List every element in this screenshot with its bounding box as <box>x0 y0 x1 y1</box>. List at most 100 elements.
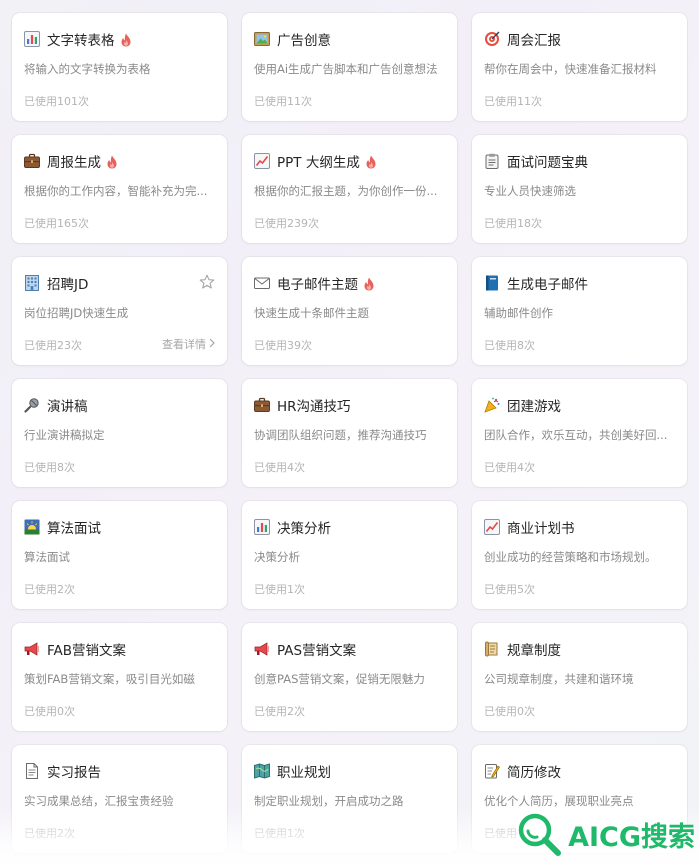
picture-icon <box>254 31 270 47</box>
card-description: 辅助邮件创作 <box>484 306 553 320</box>
card-description: 制定职业规划，开启成功之路 <box>254 794 404 808</box>
envelope-icon <box>254 275 270 291</box>
card-title-row: 文字转表格 <box>24 29 215 49</box>
trend-chart-icon <box>484 519 500 535</box>
card-title: 招聘JD <box>47 277 89 293</box>
card-title: 演讲稿 <box>47 399 88 415</box>
book-icon <box>484 275 500 291</box>
tool-card[interactable]: 生成电子邮件辅助邮件创作 已使用8次 <box>472 257 687 365</box>
card-title-row: 广告创意 <box>254 29 445 49</box>
hot-fire-icon <box>365 154 377 169</box>
tool-card[interactable]: 商业计划书创业成功的经营策略和市场规划。 已使用5次 <box>472 501 687 609</box>
tool-card[interactable]: 实习报告实习成果总结，汇报宝贵经验 已使用2次 <box>12 745 227 853</box>
card-usage-count: 已使用4次 <box>254 461 305 474</box>
card-usage-count: 已使用39次 <box>254 339 312 352</box>
tool-card[interactable]: PPT 大纲生成根据你的汇报主题，为你创作一份... 已使用239次 <box>242 135 457 243</box>
card-description: 创业成功的经营策略和市场规划。 <box>484 550 657 564</box>
tool-card[interactable]: 面试问题宝典 专业人员快速筛选 已使用18次 <box>472 135 687 243</box>
sunrise-icon <box>24 519 40 535</box>
card-usage-count: 已使用5次 <box>484 583 535 596</box>
document-icon <box>24 763 40 779</box>
watermark-text: AICG搜索 <box>568 821 695 853</box>
favorite-star-icon[interactable] <box>199 274 215 290</box>
tool-card[interactable]: 演讲稿行业演讲稿拟定 已使用8次 <box>12 379 227 487</box>
tool-card[interactable]: FAB营销文案 策划FAB营销文案，吸引目光如磁 已使用0次 <box>12 623 227 731</box>
card-title: 规章制度 <box>507 643 561 659</box>
card-description: 优化个人简历，展现职业亮点 <box>484 794 634 808</box>
briefcase-icon <box>24 153 40 169</box>
card-title-row: 实习报告 <box>24 761 215 781</box>
tool-card[interactable]: 周会汇报 帮你在周会中，快速准备汇报材料 已使用11次 <box>472 13 687 121</box>
card-title-row: PPT 大纲生成 <box>254 151 445 171</box>
view-details-label: 查看详情 <box>162 338 206 351</box>
tool-card[interactable]: 电子邮件主题 快速生成十条邮件主题 已使用39次 <box>242 257 457 365</box>
card-usage-count: 已使用11次 <box>254 95 312 108</box>
card-title-row: 生成电子邮件 <box>484 273 675 293</box>
card-description: 实习成果总结，汇报宝贵经验 <box>24 794 174 808</box>
clipboard-icon <box>484 153 500 169</box>
tool-card[interactable]: 职业规划制定职业规划，开启成功之路 已使用1次 <box>242 745 457 853</box>
megaphone-icon <box>24 641 40 657</box>
card-title-row: 算法面试 <box>24 517 215 537</box>
tool-card[interactable]: HR沟通技巧协调团队组织问题，推荐沟通技巧 已使用4次 <box>242 379 457 487</box>
target-icon <box>484 31 500 47</box>
map-icon <box>254 763 270 779</box>
tool-card[interactable]: 招聘JD 岗位招聘JD快速生成 已使用23次 查看详情 <box>12 257 227 365</box>
card-usage-count: 已使用101次 <box>24 95 89 108</box>
card-description: 使用Ai生成广告脚本和广告创意想法 <box>254 62 438 76</box>
card-description: 行业演讲稿拟定 <box>24 428 105 442</box>
card-title-row: HR沟通技巧 <box>254 395 445 415</box>
tool-card[interactable]: 算法面试 算法面试 已使用2次 <box>12 501 227 609</box>
card-title-row: FAB营销文案 <box>24 639 215 659</box>
card-description: 创意PAS营销文案，促销无限魅力 <box>254 672 425 686</box>
card-title-row: 职业规划 <box>254 761 445 781</box>
card-description: 团队合作，欢乐互动，共创美好回... <box>484 428 668 442</box>
card-title: 团建游戏 <box>507 399 561 415</box>
tool-card[interactable]: 团建游戏 团队合作，欢乐互动，共创美好回... 已使用4次 <box>472 379 687 487</box>
card-title: 周会汇报 <box>507 33 561 49</box>
card-usage-count: 已使用2次 <box>24 827 75 840</box>
briefcase-icon <box>254 397 270 413</box>
card-title: 广告创意 <box>277 33 331 49</box>
scroll-icon <box>484 641 500 657</box>
tool-card[interactable]: 规章制度 公司规章制度，共建和谐环境 已使用0次 <box>472 623 687 731</box>
card-title: PAS营销文案 <box>277 643 357 659</box>
tool-card[interactable]: 决策分析 决策分析 已使用1次 <box>242 501 457 609</box>
card-title-row: 周报生成 <box>24 151 215 171</box>
card-usage-count: 已使用8次 <box>484 339 535 352</box>
card-usage-count: 已使用2次 <box>254 705 305 718</box>
card-title-row: 面试问题宝典 <box>484 151 675 171</box>
card-usage-count: 已使用239次 <box>254 217 319 230</box>
card-description: 决策分析 <box>254 550 300 564</box>
card-title: 算法面试 <box>47 521 101 537</box>
card-title: 面试问题宝典 <box>507 155 588 171</box>
card-title: 生成电子邮件 <box>507 277 588 293</box>
card-title: 决策分析 <box>277 521 331 537</box>
card-description: 将输入的文字转换为表格 <box>24 62 151 76</box>
trend-chart-icon <box>254 153 270 169</box>
card-usage-count: 已使用165次 <box>24 217 89 230</box>
card-usage-count: 已使用1次 <box>254 827 305 840</box>
magnifier-logo-icon <box>518 813 562 856</box>
card-title: 简历修改 <box>507 765 561 781</box>
card-description: 根据你的汇报主题，为你创作一份... <box>254 184 438 198</box>
card-title-row: PAS营销文案 <box>254 639 445 659</box>
card-title-row: 商业计划书 <box>484 517 675 537</box>
card-usage-count: 已使用 <box>484 827 517 840</box>
view-details-link[interactable]: 查看详情 <box>162 336 215 352</box>
card-usage-count: 已使用0次 <box>484 705 535 718</box>
card-description: 协调团队组织问题，推荐沟通技巧 <box>254 428 427 442</box>
hot-fire-icon <box>120 32 132 47</box>
tool-card[interactable]: 文字转表格将输入的文字转换为表格 已使用101次 <box>12 13 227 121</box>
card-title-row: 招聘JD <box>24 273 215 293</box>
tool-card[interactable]: 广告创意使用Ai生成广告脚本和广告创意想法 已使用11次 <box>242 13 457 121</box>
card-usage-count: 已使用8次 <box>24 461 75 474</box>
hot-fire-icon <box>363 276 375 291</box>
tool-card[interactable]: PAS营销文案创意PAS营销文案，促销无限魅力 已使用2次 <box>242 623 457 731</box>
card-usage-count: 已使用23次 <box>24 339 82 352</box>
party-popper-icon <box>484 397 500 413</box>
card-title: HR沟通技巧 <box>277 399 351 415</box>
card-title-row: 规章制度 <box>484 639 675 659</box>
card-usage-count: 已使用18次 <box>484 217 542 230</box>
tool-card[interactable]: 周报生成 根据你的工作内容，智能补充为完... 已使用165次 <box>12 135 227 243</box>
